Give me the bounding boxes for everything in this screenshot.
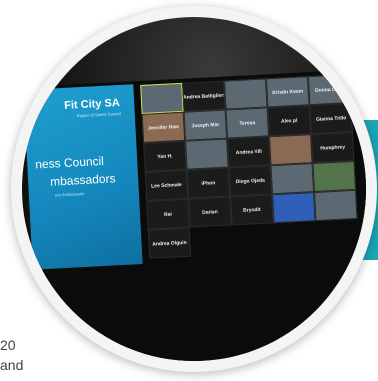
participant-tile: Andrea Vill xyxy=(227,136,271,168)
participant-name: Teresa xyxy=(239,119,256,127)
participant-tile: Lee Schmale xyxy=(144,169,189,201)
participant-tile: Bryndit xyxy=(230,194,274,226)
participant-name: Bryndit xyxy=(242,206,261,214)
participant-name: Jennifer Haw xyxy=(147,123,180,132)
participant-tile xyxy=(312,160,356,193)
participant-tile xyxy=(269,134,313,166)
participant-name: Humphrey xyxy=(320,143,346,152)
participant-name: Donna Dean xyxy=(314,85,345,94)
participant-tile: Darian xyxy=(188,196,232,228)
participant-tile xyxy=(185,138,229,170)
slide-title-line-1: ness Council xyxy=(34,153,105,172)
participant-tile: Joseph Mar xyxy=(183,109,228,141)
participant-name: Joseph Mar xyxy=(191,121,220,129)
participant-tile xyxy=(140,82,184,114)
participant-tile: iPhon xyxy=(186,167,231,199)
participant-tile: Humphrey xyxy=(310,131,355,164)
participant-tile xyxy=(224,78,268,110)
participant-name: Gianna Trillo xyxy=(315,114,347,123)
participant-tile xyxy=(270,163,314,195)
participant-tile: Gianna Trillo xyxy=(309,102,353,135)
shared-presentation-slide: Fit City SA Region of Sports Council nes… xyxy=(23,84,143,270)
participant-name: Yan H. xyxy=(157,152,173,160)
video-call-photo: Fit City SA Region of Sports Council nes… xyxy=(22,17,366,361)
slide-title-line-2: mbassadors xyxy=(49,171,116,189)
page-body-text: 20 and xyxy=(0,335,23,375)
participant-tile: Andrea Olguin xyxy=(147,227,192,259)
participant-tile: Yan H. xyxy=(143,140,187,172)
participant-name: Kristin Kwon xyxy=(272,88,304,96)
participant-name: Alex pl xyxy=(280,117,298,125)
participant-name: Andrea Vill xyxy=(235,148,262,156)
participant-name: Lee Schmale xyxy=(151,181,182,190)
page-text-line-2: and xyxy=(0,357,24,373)
participant-tile: Jennifer Haw xyxy=(141,111,186,143)
participant-tile xyxy=(272,192,316,224)
slide-logo-subtitle: Region of Sports Council xyxy=(76,110,122,119)
participant-name: Andrea Battiglieri xyxy=(182,92,225,101)
page-text-line-1: 20 xyxy=(0,337,16,353)
participant-tile: Andrea Battiglieri xyxy=(182,80,226,112)
participant-name: Darian xyxy=(201,208,218,216)
participant-name: iPhon xyxy=(201,179,216,187)
participant-tile: Teresa xyxy=(225,107,270,139)
participant-name: Rai xyxy=(163,211,173,218)
participant-tile: Donna Dean xyxy=(307,74,352,106)
participant-tile: Kristin Kwon xyxy=(265,76,310,108)
participant-tile xyxy=(313,189,358,222)
participant-tile: Rai xyxy=(146,198,190,230)
participant-tile: Alex pl xyxy=(267,105,311,137)
slide-logo: Fit City SA xyxy=(63,96,121,112)
participant-name: Andrea Olguin xyxy=(152,239,187,248)
participant-tile: Diego Ojeda xyxy=(228,165,273,197)
slide-subtitle: ess Ambassador xyxy=(54,190,85,198)
participant-name: Diego Ojeda xyxy=(235,177,266,185)
